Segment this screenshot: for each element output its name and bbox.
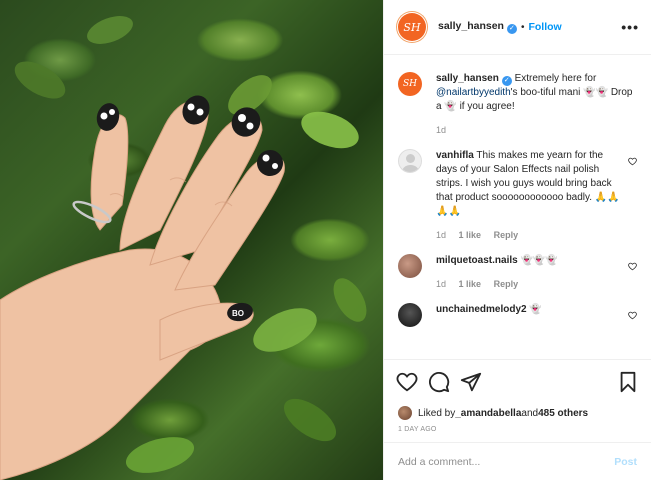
likes-count[interactable]: 485 others bbox=[538, 408, 588, 419]
commenter-avatar[interactable] bbox=[398, 254, 422, 278]
header-separator: • bbox=[520, 21, 525, 33]
hand-illustration: BO bbox=[0, 16, 367, 480]
comment-username[interactable]: unchainedmelody2 bbox=[436, 304, 527, 315]
commenter-avatar[interactable] bbox=[398, 303, 422, 327]
caption-avatar-initials: SH bbox=[402, 79, 417, 89]
more-options-icon[interactable]: ••• bbox=[621, 19, 639, 35]
comment-time[interactable]: 1d bbox=[436, 230, 446, 240]
liker-avatar[interactable] bbox=[398, 406, 412, 420]
caption-time[interactable]: 1d bbox=[436, 125, 446, 135]
action-bar bbox=[384, 360, 651, 404]
verified-badge-icon: ✓ bbox=[506, 24, 517, 34]
add-comment-input[interactable] bbox=[398, 455, 615, 468]
likes-middle: and bbox=[521, 407, 539, 419]
caption: SH sally_hansen ✓ Extremely here for @nai… bbox=[398, 72, 637, 137]
reply-button[interactable]: Reply bbox=[494, 230, 519, 240]
add-comment-bar: Post bbox=[384, 442, 651, 480]
comment-body: milquetoast.nails 👻👻👻 1d 1 like Reply bbox=[436, 254, 622, 291]
avatar-initials: SH bbox=[403, 20, 421, 34]
comment-username[interactable]: vanhifla bbox=[436, 150, 474, 161]
author-username-text[interactable]: sally_hansen bbox=[438, 20, 504, 32]
comment-text: 👻 bbox=[529, 304, 542, 315]
instagram-post: BO SH sally_hansen ✓ • Follow ••• SH sal… bbox=[0, 0, 651, 480]
share-icon[interactable] bbox=[460, 371, 482, 393]
verified-badge-icon: ✓ bbox=[501, 76, 512, 86]
heart-icon[interactable] bbox=[396, 371, 418, 393]
likes-prefix: Liked by bbox=[418, 407, 456, 419]
caption-body: sally_hansen ✓ Extremely here for @nailar… bbox=[436, 72, 637, 137]
comment-likes[interactable]: 1 like bbox=[459, 230, 482, 240]
liker-username[interactable]: _amandabella bbox=[455, 408, 521, 419]
heart-icon[interactable] bbox=[628, 262, 637, 271]
caption-mention[interactable]: @nailartbyyedith bbox=[436, 87, 511, 98]
comment-body: vanhifla This makes me yearn for the day… bbox=[436, 149, 622, 242]
comment-username[interactable]: milquetoast.nails bbox=[436, 255, 518, 266]
post-comment-button[interactable]: Post bbox=[614, 456, 637, 468]
reply-button[interactable]: Reply bbox=[494, 279, 519, 289]
comment-item: unchainedmelody2 👻 bbox=[398, 303, 637, 327]
caption-text-before: Extremely here for bbox=[511, 73, 597, 84]
caption-meta: 1d bbox=[436, 123, 637, 137]
heart-icon[interactable] bbox=[628, 311, 637, 320]
heart-icon[interactable] bbox=[628, 157, 637, 166]
comment-time[interactable]: 1d bbox=[436, 279, 446, 289]
svg-text:BO: BO bbox=[232, 309, 244, 318]
post-header: SH sally_hansen ✓ • Follow ••• bbox=[384, 0, 651, 55]
follow-button[interactable]: Follow bbox=[528, 21, 561, 33]
post-side-panel: SH sally_hansen ✓ • Follow ••• SH sally_h… bbox=[383, 0, 651, 480]
comments-list[interactable]: SH sally_hansen ✓ Extremely here for @nai… bbox=[384, 55, 651, 360]
comment-likes[interactable]: 1 like bbox=[459, 279, 482, 289]
post-photo[interactable]: BO bbox=[0, 0, 383, 480]
comment-meta: 1d 1 like Reply bbox=[436, 277, 622, 291]
comment-icon[interactable] bbox=[428, 371, 450, 393]
comment-item: vanhifla This makes me yearn for the day… bbox=[398, 149, 637, 242]
caption-avatar[interactable]: SH bbox=[398, 72, 422, 96]
likes-summary: Liked by _amandabella and 485 others bbox=[384, 404, 651, 422]
comment-item: milquetoast.nails 👻👻👻 1d 1 like Reply bbox=[398, 254, 637, 291]
post-date[interactable]: 1 DAY AGO bbox=[384, 422, 651, 442]
bookmark-icon[interactable] bbox=[617, 371, 639, 393]
caption-username[interactable]: sally_hansen bbox=[436, 73, 499, 84]
comment-text: 👻👻👻 bbox=[520, 255, 558, 266]
comment-meta: 1d 1 like Reply bbox=[436, 228, 622, 242]
author-avatar[interactable]: SH bbox=[398, 13, 426, 41]
author-username[interactable]: sally_hansen ✓ bbox=[438, 20, 517, 34]
comment-body: unchainedmelody2 👻 bbox=[436, 303, 622, 327]
commenter-avatar[interactable] bbox=[398, 149, 422, 173]
